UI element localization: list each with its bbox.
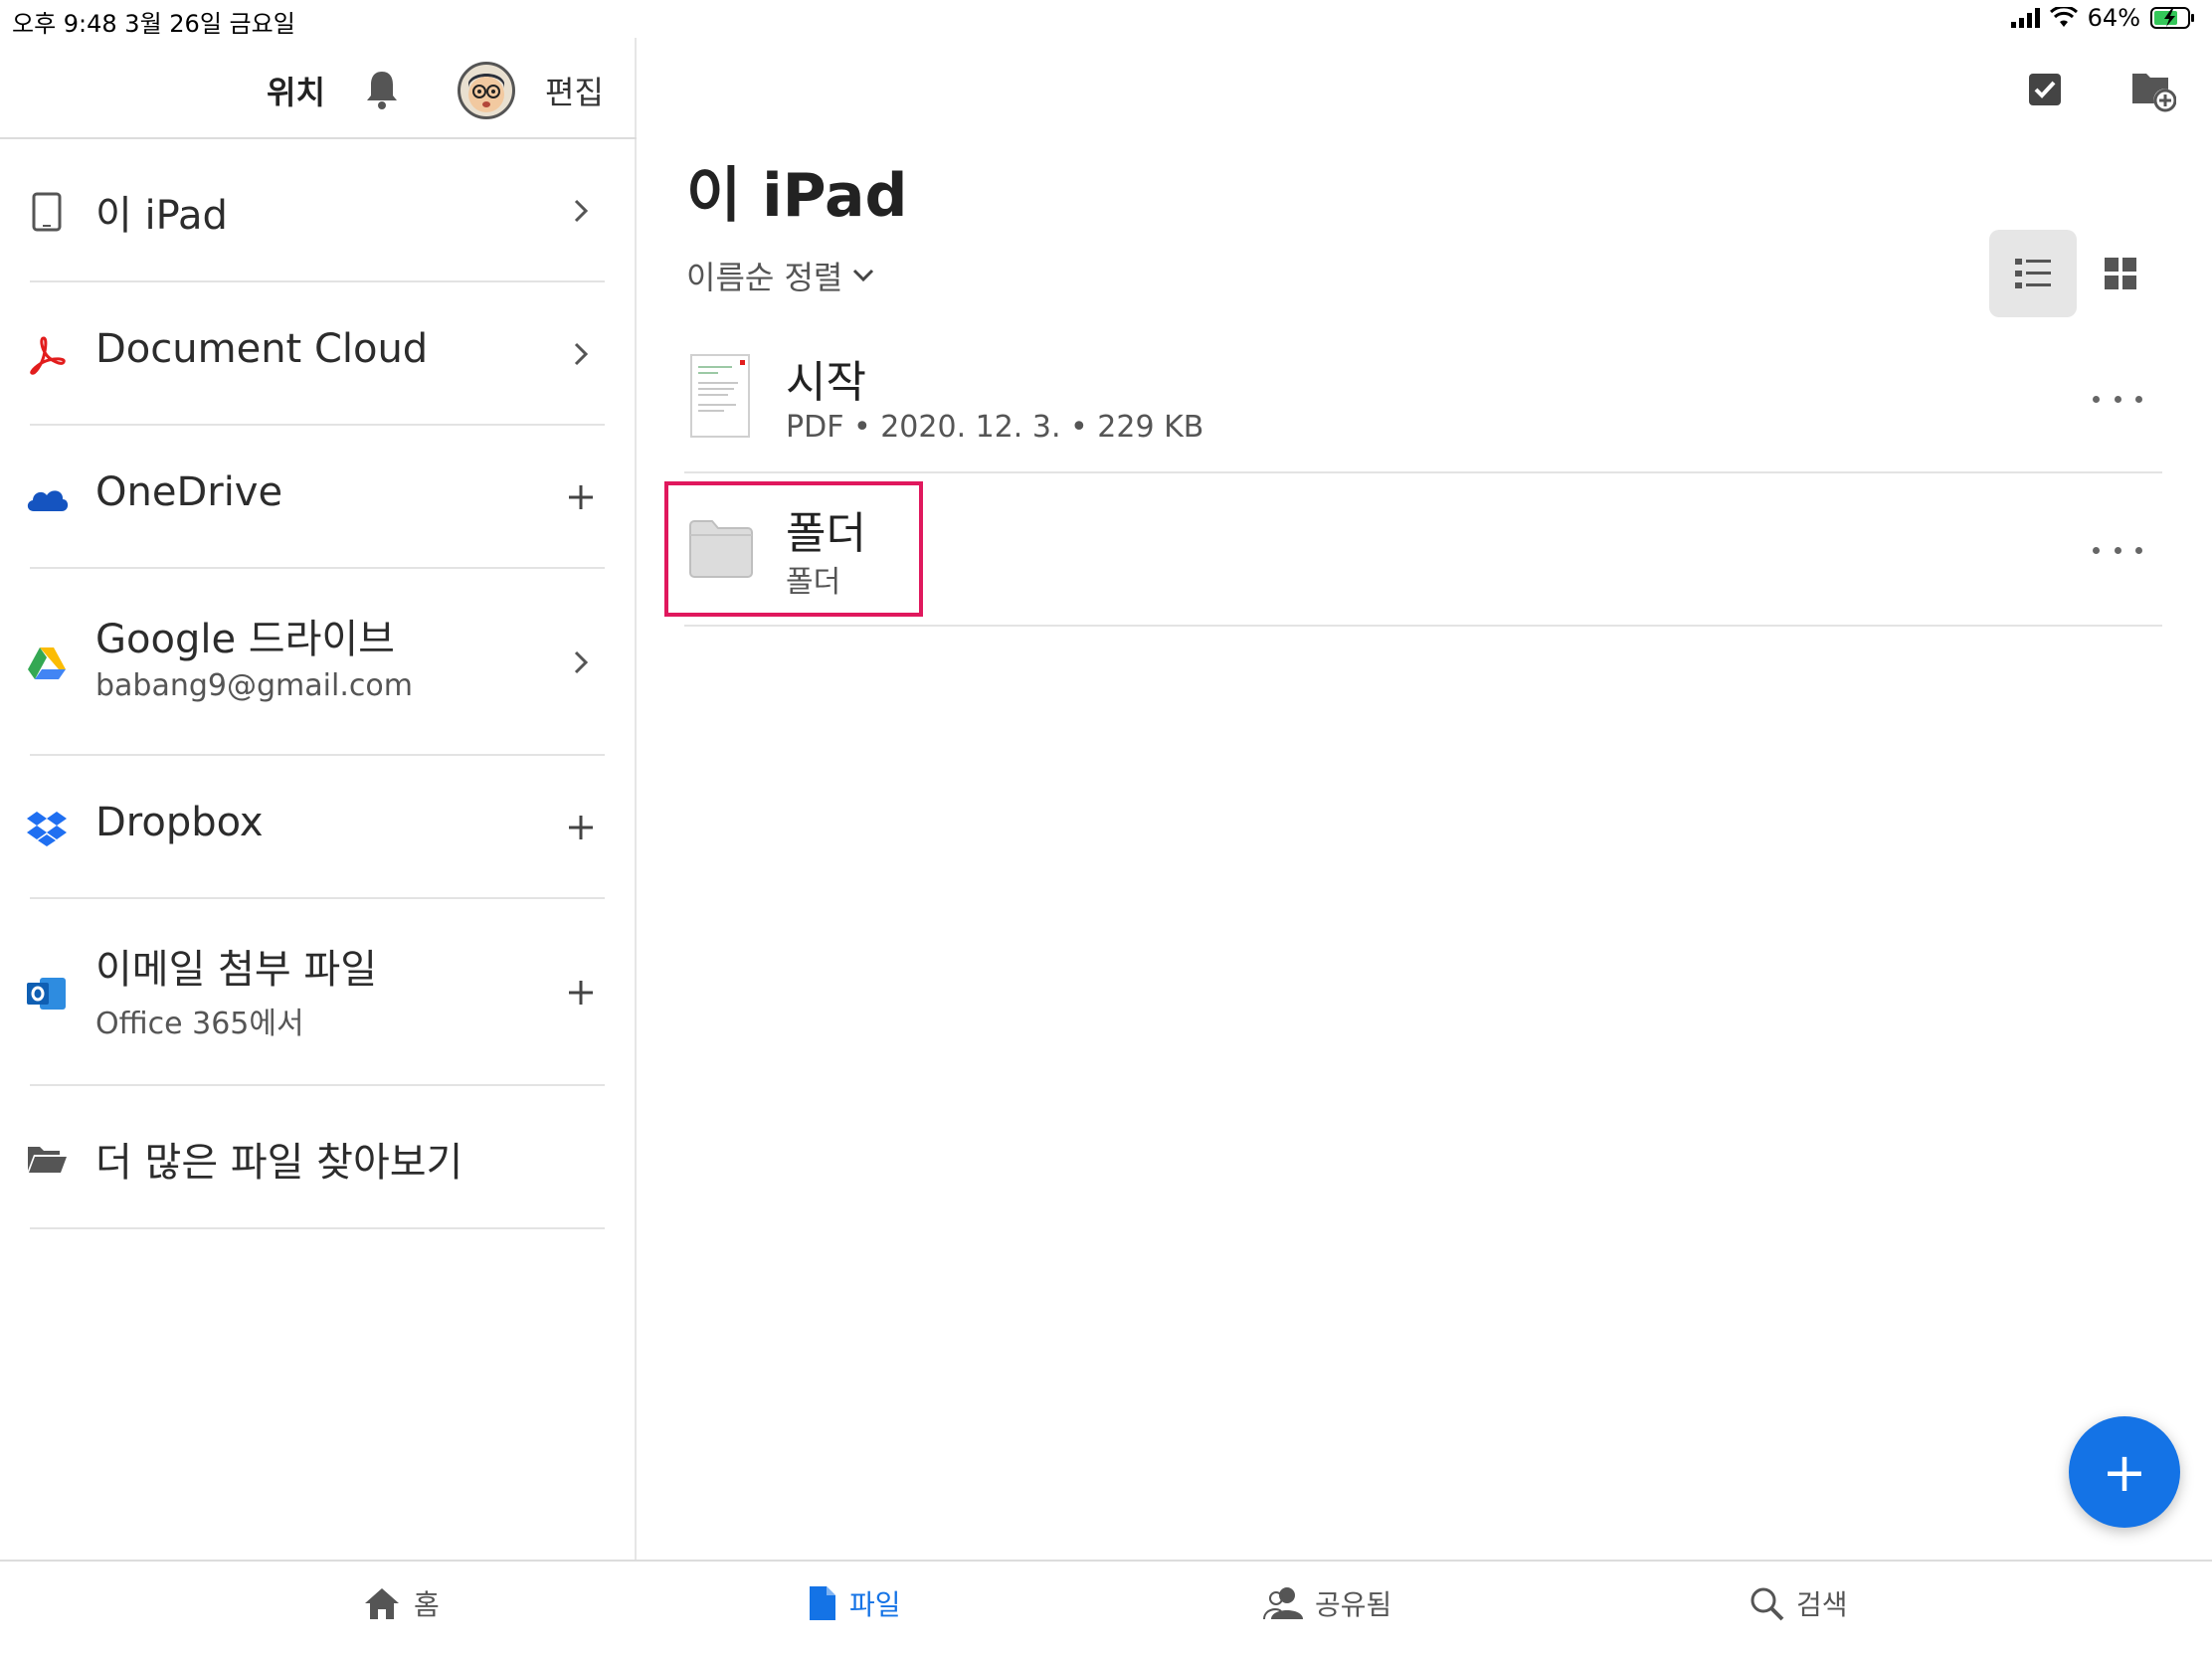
select-checkbox-icon[interactable] [2021,66,2069,113]
sidebar-item-dropbox[interactable]: Dropbox [27,756,605,899]
file-icon [810,1586,835,1620]
more-options-button[interactable] [2093,535,2142,565]
edit-button[interactable]: 편집 [545,68,604,113]
home-icon [365,1588,399,1619]
tab-bar: 홈 파일 공유됨 검색 [0,1560,2212,1659]
sidebar-item-browse-more[interactable]: 더 많은 파일 찾아보기 [28,1086,605,1229]
tab-files[interactable]: 파일 [808,1583,901,1623]
plus-icon[interactable] [561,973,601,1013]
tab-label: 홈 [414,1588,440,1621]
sidebar-item-label: 이 iPad [95,193,228,239]
highlight-box [664,481,923,617]
sidebar-item-label: 더 많은 파일 찾아보기 [95,1140,463,1186]
list-view-icon [2015,259,2051,288]
status-time: 오후 9:48 3월 26일 금요일 [12,10,295,38]
page-title: 이 iPad [686,161,908,231]
sidebar-item-email-attachments[interactable]: 이메일 첨부 파일 Office 365에서 [27,899,605,1086]
more-options-button[interactable] [2093,384,2142,414]
new-folder-icon[interactable] [2128,66,2176,113]
chevron-right-icon [561,191,601,231]
sidebar-item-document-cloud[interactable]: Document Cloud [30,282,605,426]
tab-label: 검색 [1796,1588,1848,1621]
plus-icon[interactable] [561,808,601,847]
plus-icon[interactable] [561,477,601,517]
acrobat-icon [24,332,70,378]
sidebar-item-label: Dropbox [95,800,264,845]
shared-people-icon [1263,1587,1303,1620]
avatar[interactable] [458,62,515,119]
sidebar-item-sublabel: Office 365에서 [95,1007,304,1041]
status-indicators: 64% [2010,4,2196,32]
sort-dropdown[interactable]: 이름순 정렬 [686,253,874,298]
sidebar-header: 위치 편집 [0,38,637,139]
cellular-signal-icon [2010,8,2040,28]
file-name: 시작 [786,357,866,408]
sidebar-item-sublabel: babang9@gmail.com [95,668,413,703]
dropbox-icon [24,806,70,851]
bell-icon[interactable] [362,68,402,111]
sidebar-item-this-ipad[interactable]: 이 iPad [30,139,605,282]
chevron-down-icon [853,269,874,282]
status-bar: 오후 9:48 3월 26일 금요일 64% [0,0,2212,38]
pdf-thumbnail-icon [690,354,750,438]
sidebar-item-label: Google 드라이브 [95,617,395,662]
tab-shared[interactable]: 공유됨 [1263,1583,1391,1623]
search-icon [1751,1587,1784,1621]
sidebar-item-onedrive[interactable]: OneDrive [27,426,605,569]
tab-label: 공유됨 [1315,1588,1392,1621]
sort-label: 이름순 정렬 [686,259,843,296]
sidebar-item-label: Document Cloud [95,326,429,372]
list-view-button[interactable] [1989,230,2077,317]
tab-label: 파일 [849,1588,901,1621]
chevron-right-icon [561,643,601,682]
more-dots-icon [2093,395,2100,403]
tab-home[interactable]: 홈 [362,1583,440,1623]
sidebar-title: 위치 [267,74,325,111]
avatar-image [468,74,504,112]
add-fab-button[interactable]: + [2069,1416,2180,1528]
grid-view-button[interactable] [2077,230,2164,317]
outlook-icon [24,971,70,1016]
tab-search[interactable]: 검색 [1749,1583,1848,1623]
file-row-pdf[interactable]: 시작 PDF • 2020. 12. 3. • 229 KB [684,328,2162,473]
file-meta: PDF • 2020. 12. 3. • 229 KB [786,410,1204,445]
sidebar-item-label: 이메일 첨부 파일 [95,947,378,993]
onedrive-icon [24,475,70,521]
chevron-right-icon [561,334,601,374]
folder-open-icon [24,1136,70,1182]
sidebar: 위치 편집 이 iPad Document Cloud OneDrive Goo… [0,38,637,1560]
more-dots-icon [2093,546,2100,554]
sidebar-item-label: OneDrive [95,469,283,515]
google-drive-icon [24,641,70,686]
battery-percent: 64% [2087,4,2140,32]
sidebar-item-google-drive[interactable]: Google 드라이브 babang9@gmail.com [28,569,605,756]
wifi-icon [2049,7,2078,27]
ipad-icon [24,189,70,235]
grid-view-icon [2105,258,2136,289]
battery-charging-icon [2150,7,2194,29]
